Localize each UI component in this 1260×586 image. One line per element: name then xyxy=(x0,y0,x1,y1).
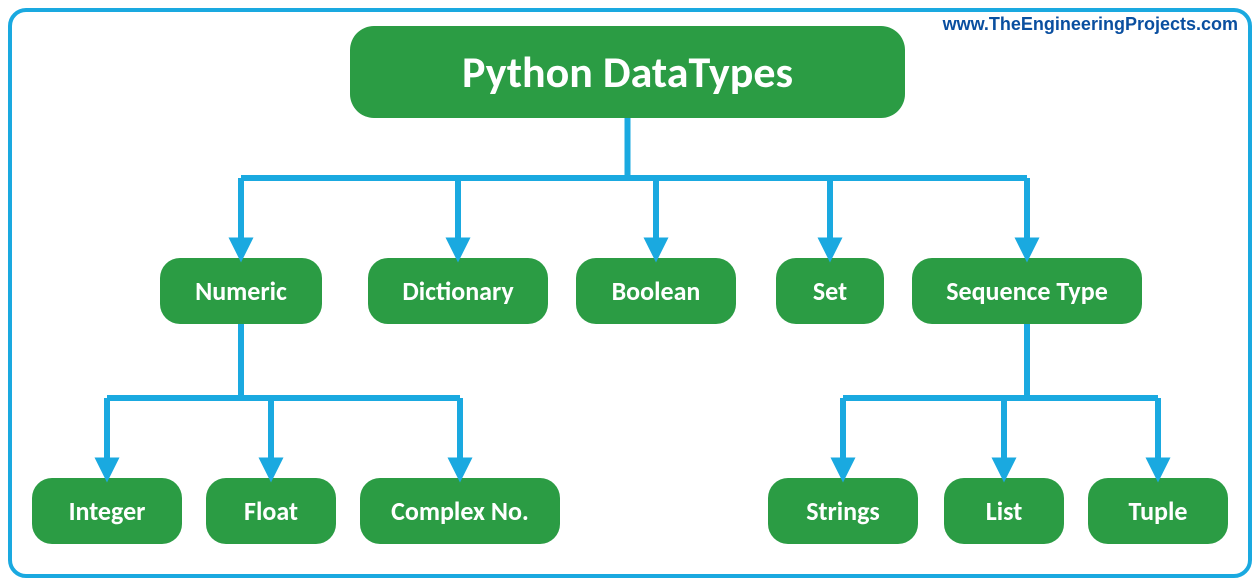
node-sequence: Sequence Type xyxy=(912,258,1142,324)
node-boolean: Boolean xyxy=(576,258,736,324)
watermark-link: www.TheEngineeringProjects.com xyxy=(943,14,1238,35)
node-strings: Strings xyxy=(768,478,918,544)
node-sequence-label: Sequence Type xyxy=(946,275,1108,307)
node-set-label: Set xyxy=(813,275,847,307)
node-float-label: Float xyxy=(244,495,298,527)
node-dictionary: Dictionary xyxy=(368,258,548,324)
node-complex: Complex No. xyxy=(360,478,560,544)
node-numeric: Numeric xyxy=(160,258,322,324)
node-dictionary-label: Dictionary xyxy=(402,275,513,307)
node-list: List xyxy=(944,478,1064,544)
node-set: Set xyxy=(776,258,884,324)
node-boolean-label: Boolean xyxy=(612,275,701,307)
node-tuple: Tuple xyxy=(1088,478,1228,544)
node-integer-label: Integer xyxy=(69,495,146,527)
node-numeric-label: Numeric xyxy=(195,275,287,307)
node-root-label: Python DataTypes xyxy=(462,45,793,99)
node-strings-label: Strings xyxy=(806,495,880,527)
node-root: Python DataTypes xyxy=(350,26,905,118)
node-integer: Integer xyxy=(32,478,182,544)
node-tuple-label: Tuple xyxy=(1129,495,1188,527)
node-complex-label: Complex No. xyxy=(391,495,529,527)
node-float: Float xyxy=(206,478,336,544)
node-list-label: List xyxy=(986,495,1022,527)
